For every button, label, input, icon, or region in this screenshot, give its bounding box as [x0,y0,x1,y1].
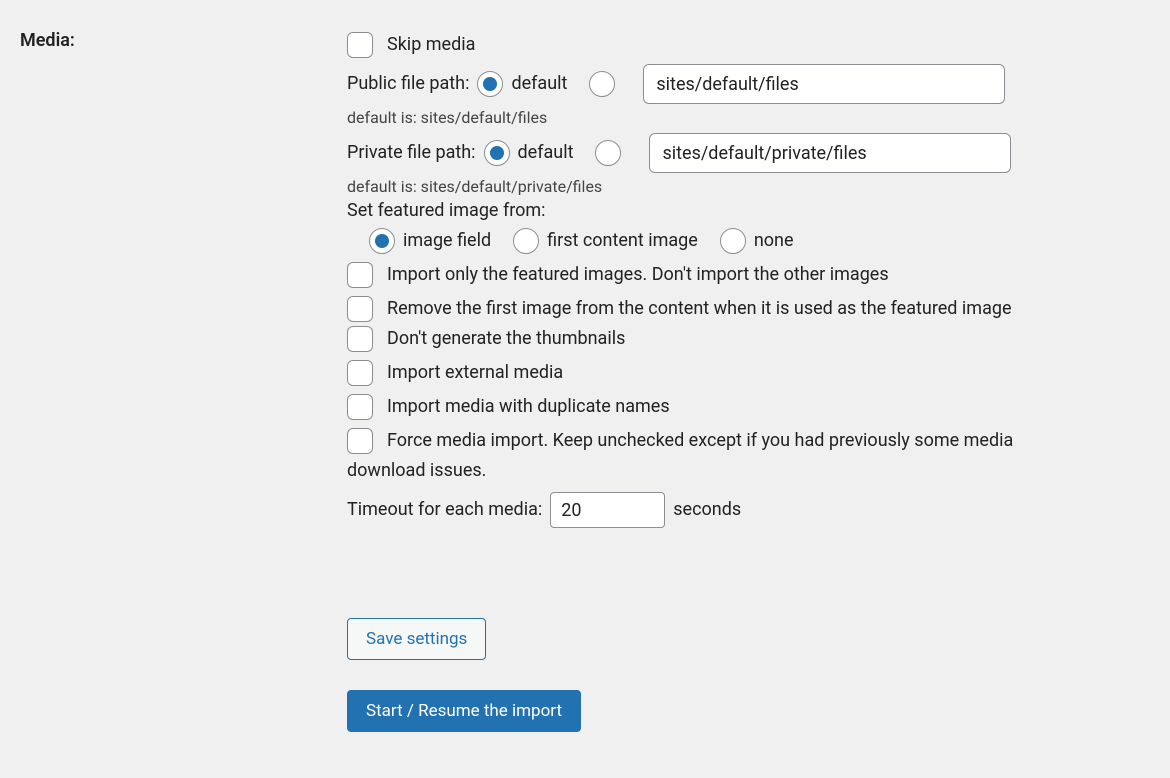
only-featured-checkbox[interactable] [347,262,373,288]
skip-media-label: Skip media [387,30,475,60]
save-settings-button[interactable]: Save settings [347,618,486,660]
force-checkbox[interactable] [347,428,373,454]
public-path-hint: default is: sites/default/files [347,108,1070,127]
public-path-radio-default-label: default [511,69,567,99]
private-path-radio-custom[interactable] [595,140,621,166]
remove-first-label: Remove the first image from the content … [387,298,1012,319]
duplicate-label: Import media with duplicate names [387,392,670,422]
public-path-input[interactable] [643,64,1005,104]
skip-media-checkbox[interactable] [347,32,373,58]
public-path-radio-custom[interactable] [589,71,615,97]
timeout-unit: seconds [673,495,741,525]
private-path-hint: default is: sites/default/private/files [347,177,1070,196]
featured-radio-image-field-label: image field [403,226,491,256]
no-thumbs-checkbox[interactable] [347,326,373,352]
featured-radio-none-label: none [754,226,794,256]
featured-label: Set featured image from: [347,196,1070,226]
private-path-input[interactable] [649,133,1011,173]
duplicate-checkbox[interactable] [347,394,373,420]
section-label: Media: [20,30,347,732]
private-path-radio-default[interactable] [484,140,510,166]
featured-radio-first-content-label: first content image [547,226,698,256]
only-featured-label: Import only the featured images. Don't i… [387,260,889,290]
featured-radio-none[interactable] [720,228,746,254]
featured-radio-first-content[interactable] [513,228,539,254]
timeout-label: Timeout for each media: [347,495,542,525]
no-thumbs-label: Don't generate the thumbnails [387,324,625,354]
featured-radio-image-field[interactable] [369,228,395,254]
force-label: Force media import. Keep unchecked excep… [347,430,1013,481]
start-import-button[interactable]: Start / Resume the import [347,690,581,732]
public-path-radio-default[interactable] [477,71,503,97]
private-path-label: Private file path: [347,138,476,168]
timeout-input[interactable] [550,492,665,528]
public-path-label: Public file path: [347,69,469,99]
external-checkbox[interactable] [347,360,373,386]
external-label: Import external media [387,358,563,388]
remove-first-checkbox[interactable] [347,296,373,322]
private-path-radio-default-label: default [518,138,574,168]
